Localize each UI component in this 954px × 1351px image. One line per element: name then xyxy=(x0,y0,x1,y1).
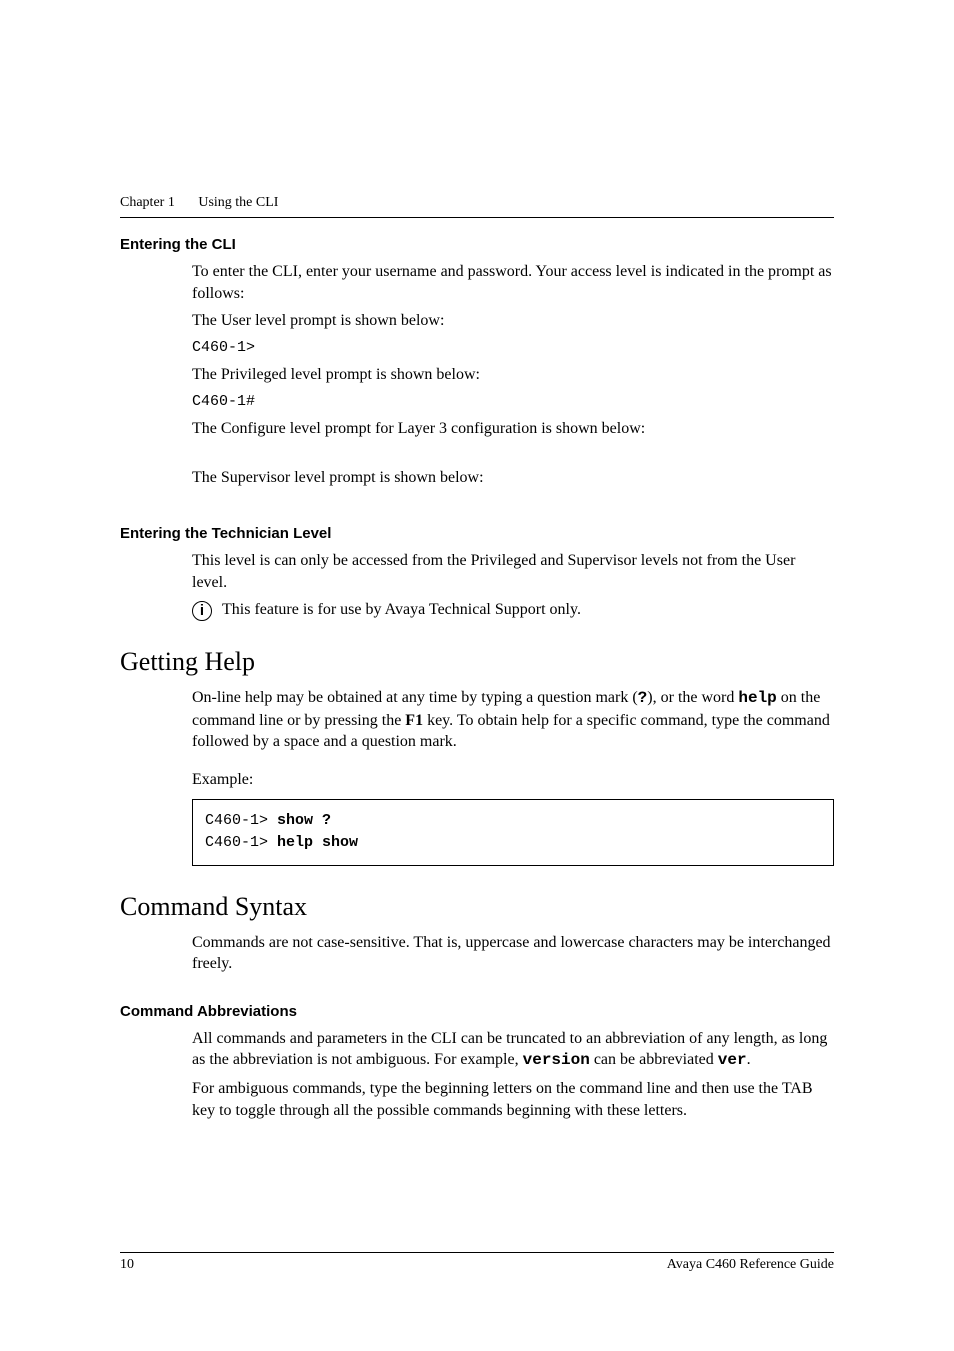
paragraph: On-line help may be obtained at any time… xyxy=(192,687,834,753)
running-head: Chapter 1 Using the CLI xyxy=(120,195,834,211)
paragraph: This level is can only be accessed from … xyxy=(192,550,834,593)
section-heading-tech-level: Entering the Technician Level xyxy=(120,525,834,542)
paragraph: The User level prompt is shown below: xyxy=(192,310,834,332)
paragraph: To enter the CLI, enter your username an… xyxy=(192,261,834,304)
example-line: C460-1> show ? xyxy=(205,810,821,833)
page-number: 10 xyxy=(120,1257,134,1273)
example-box: C460-1> show ? C460-1> help show xyxy=(192,799,834,866)
section-body-entering-cli: To enter the CLI, enter your username an… xyxy=(192,261,834,489)
paragraph: For ambiguous commands, type the beginni… xyxy=(192,1078,834,1121)
section-heading-command-abbrev: Command Abbreviations xyxy=(120,1003,834,1020)
inline-code-version: version xyxy=(523,1051,590,1069)
paragraph: The Privileged level prompt is shown bel… xyxy=(192,364,834,386)
section-heading-command-syntax: Command Syntax xyxy=(120,892,834,922)
inline-code-qmark: ? xyxy=(638,689,648,707)
section-heading-getting-help: Getting Help xyxy=(120,647,834,677)
example-line: C460-1> help show xyxy=(205,832,821,855)
footer-rule xyxy=(120,1252,834,1253)
section-heading-entering-cli: Entering the CLI xyxy=(120,236,834,253)
section-body-tech-level: This level is can only be accessed from … xyxy=(192,550,834,621)
info-note: i This feature is for use by Avaya Techn… xyxy=(192,599,834,621)
chapter-label: Chapter 1 xyxy=(120,195,175,210)
info-text: This feature is for use by Avaya Technic… xyxy=(222,599,581,621)
example-label: Example: xyxy=(192,769,834,791)
code-line: C460-1> xyxy=(192,338,834,358)
section-body-command-syntax: Commands are not case-sensitive. That is… xyxy=(192,932,834,975)
info-icon: i xyxy=(192,601,212,621)
example-prompt: C460-1> xyxy=(205,834,277,851)
paragraph: Commands are not case-sensitive. That is… xyxy=(192,932,834,975)
chapter-title: Using the CLI xyxy=(198,195,278,210)
text-run: On-line help may be obtained at any time… xyxy=(192,689,638,706)
paragraph: The Supervisor level prompt is shown bel… xyxy=(192,467,834,489)
section-body-getting-help: On-line help may be obtained at any time… xyxy=(192,687,834,865)
example-command: show ? xyxy=(277,812,331,829)
text-run: . xyxy=(747,1051,751,1068)
key-f1: F1 xyxy=(405,712,423,729)
code-line: C460-1# xyxy=(192,392,834,412)
example-command: help show xyxy=(277,834,358,851)
example-prompt: C460-1> xyxy=(205,812,277,829)
text-run: can be abbreviated xyxy=(590,1051,718,1068)
page-footer: 10 Avaya C460 Reference Guide xyxy=(120,1252,834,1273)
paragraph: The Configure level prompt for Layer 3 c… xyxy=(192,418,834,440)
inline-code-help: help xyxy=(738,689,776,707)
section-body-command-abbrev: All commands and parameters in the CLI c… xyxy=(192,1028,834,1121)
doc-title: Avaya C460 Reference Guide xyxy=(667,1257,834,1273)
header-rule xyxy=(120,217,834,218)
paragraph: All commands and parameters in the CLI c… xyxy=(192,1028,834,1072)
text-run: ), or the word xyxy=(647,689,738,706)
inline-code-ver: ver xyxy=(718,1051,747,1069)
